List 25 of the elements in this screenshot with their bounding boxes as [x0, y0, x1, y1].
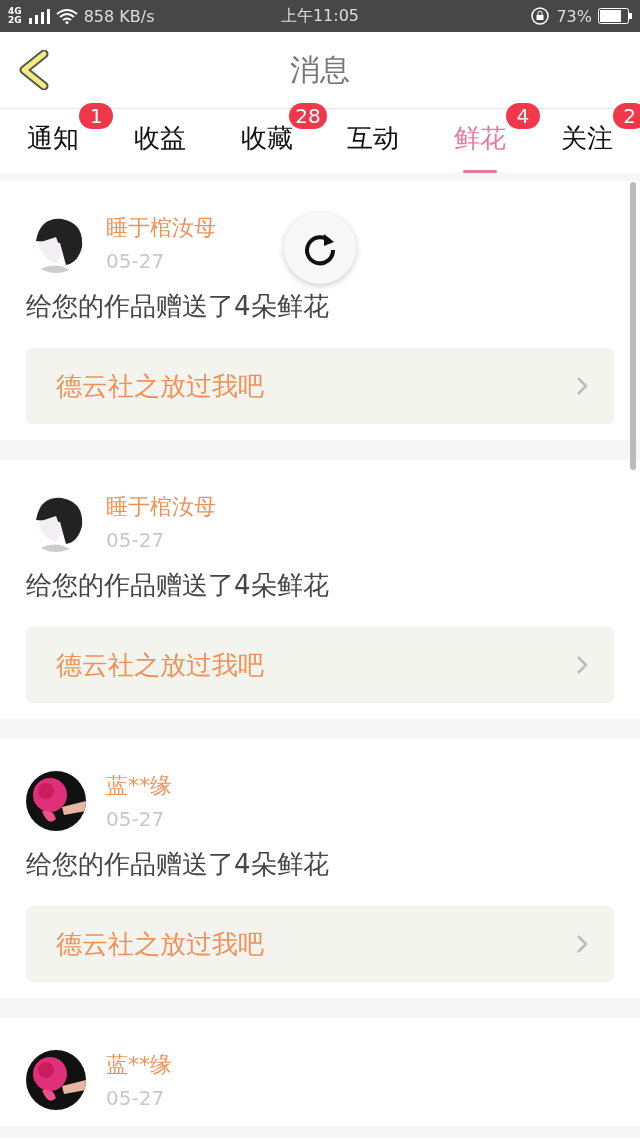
user-name: 睡于棺汝母 — [106, 214, 216, 242]
count-badge: 2 — [612, 103, 640, 129]
user-name: 睡于棺汝母 — [106, 493, 216, 521]
battery-percent: 73% — [556, 6, 592, 26]
user-name: 蓝**缘 — [106, 772, 172, 800]
count-badge: 1 — [79, 103, 114, 129]
signal-icon — [27, 8, 50, 24]
network-label: 2G — [8, 16, 22, 25]
wifi-icon — [55, 8, 78, 24]
count-badge: 4 — [505, 103, 540, 129]
message-text: 给您的作品赠送了4朵鲜花 — [26, 290, 330, 323]
clock: 上午11:05 — [279, 5, 361, 27]
network-speed: 858 KB/s — [83, 6, 155, 26]
network-label: 4G — [8, 7, 22, 16]
battery-icon — [598, 8, 632, 24]
user-name: 蓝**缘 — [106, 1051, 172, 1079]
page-title: 消息 — [290, 50, 350, 89]
chevron-icon — [576, 376, 588, 396]
rotation-lock-icon — [530, 6, 551, 26]
tab[interactable]: 互动 — [343, 109, 404, 173]
message-text: 给您的作品赠送了4朵鲜花 — [26, 569, 330, 602]
chevron-icon — [576, 655, 588, 675]
chevron-icon — [576, 934, 588, 954]
message-text: 给您的作品赠送了4朵鲜花 — [26, 848, 330, 881]
tab[interactable]: 收益 — [130, 109, 190, 173]
